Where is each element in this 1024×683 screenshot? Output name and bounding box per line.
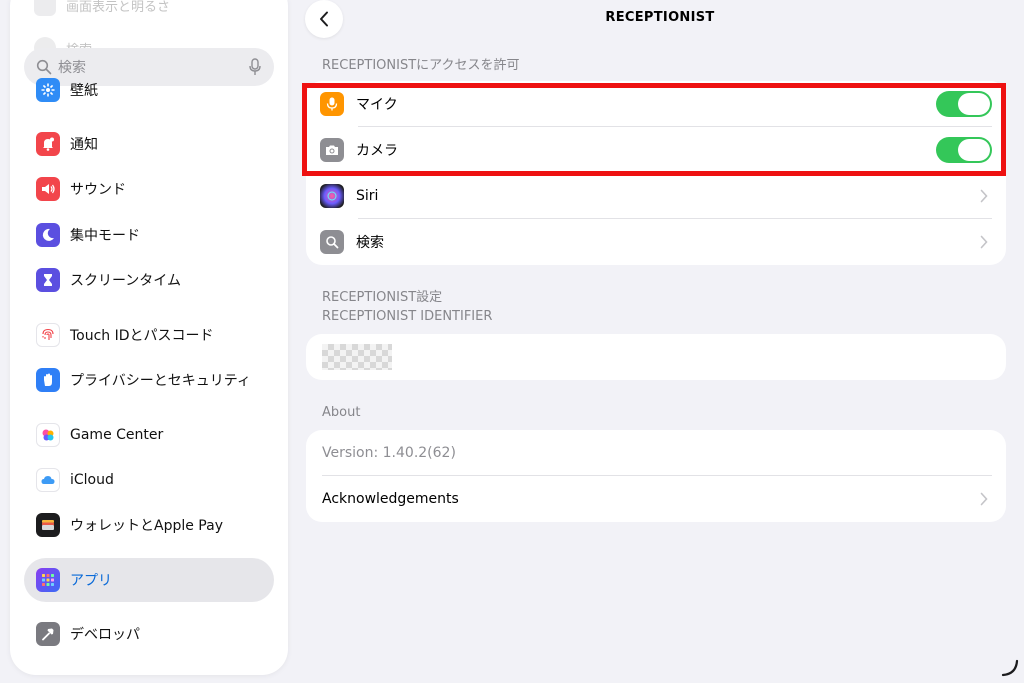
bell-icon [36,132,60,156]
sidebar-item-notifications[interactable]: 通知 [24,122,274,166]
camera-label: カメラ [356,143,398,159]
search-label: 検索 [356,235,384,251]
fingerprint-icon [36,323,60,347]
sidebar-item-privacy[interactable]: プライバシーとセキュリティ [24,358,274,402]
microphone-label: マイク [356,97,398,113]
display-icon [34,0,56,16]
identifier-row [306,334,1006,380]
sidebar-item-developer[interactable]: デベロッパ [24,612,274,656]
toggle-knob [958,93,990,115]
microphone-icon [320,92,344,116]
cloud-icon [36,468,60,492]
back-button[interactable] [305,0,343,38]
sidebar-item-touch-id[interactable]: Touch IDとパスコード [24,313,274,357]
search-icon [320,230,344,254]
chevron-left-icon [320,11,328,27]
sidebar-item-screen-time[interactable]: スクリーンタイム [24,258,274,302]
sidebar: 画面表示と明るさ 検索 検索 壁紙 [10,0,288,675]
camera-icon [320,138,344,162]
chevron-right-icon [980,492,988,506]
sidebar-item-wallpaper[interactable]: 壁紙 [24,68,274,112]
toggle-knob [958,139,990,161]
acknowledgements-row[interactable]: Acknowledgements [306,476,1006,522]
version-label: Version: 1.40.2(62) [322,445,456,461]
sidebar-item-game-center[interactable]: Game Center [24,413,274,457]
sidebar-item-sounds[interactable]: サウンド [24,167,274,211]
wallet-icon [36,513,60,537]
hand-icon [36,368,60,392]
microphone-toggle[interactable] [936,91,992,117]
access-card: マイク カメラ Siri 検索 [306,81,1006,265]
siri-row[interactable]: Siri [306,173,1006,219]
hourglass-icon [36,268,60,292]
about-card: Version: 1.40.2(62) Acknowledgements [306,430,1006,522]
sidebar-item-wallet[interactable]: ウォレットとApple Pay [24,503,274,547]
microphone-row[interactable]: マイク [306,81,1006,127]
sidebar-faded-item: 画面表示と明るさ [34,0,170,16]
chevron-right-icon [980,189,988,203]
wallpaper-icon [36,78,60,102]
about-section-header: About [322,405,361,420]
version-row: Version: 1.40.2(62) [306,430,1006,476]
access-section-header: RECEPTIONISTにアクセスを許可 [322,58,520,73]
chevron-right-icon [980,235,988,249]
settings-window: 画面表示と明るさ 検索 検索 壁紙 [0,0,1024,683]
sidebar-item-apps[interactable]: アプリ [24,558,274,602]
hammer-icon [36,622,60,646]
redacted-identifier-image [322,344,392,370]
search-row[interactable]: 検索 [306,219,1006,265]
sidebar-item-focus[interactable]: 集中モード [24,213,274,257]
camera-row[interactable]: カメラ [306,127,1006,173]
page-title: RECEPTIONIST [605,10,715,25]
sidebar-item-icloud[interactable]: iCloud [24,458,274,502]
camera-toggle[interactable] [936,137,992,163]
apps-grid-icon [36,568,60,592]
acknowledgements-label: Acknowledgements [322,491,459,507]
moon-icon [36,223,60,247]
game-center-icon [36,423,60,447]
siri-label: Siri [356,188,379,204]
identifier-card [306,334,1006,380]
siri-icon [320,184,344,208]
settings-section-header: RECEPTIONIST設定 RECEPTIONIST IDENTIFIER [322,290,493,324]
speaker-icon [36,177,60,201]
resize-handle-icon[interactable] [1000,658,1020,678]
